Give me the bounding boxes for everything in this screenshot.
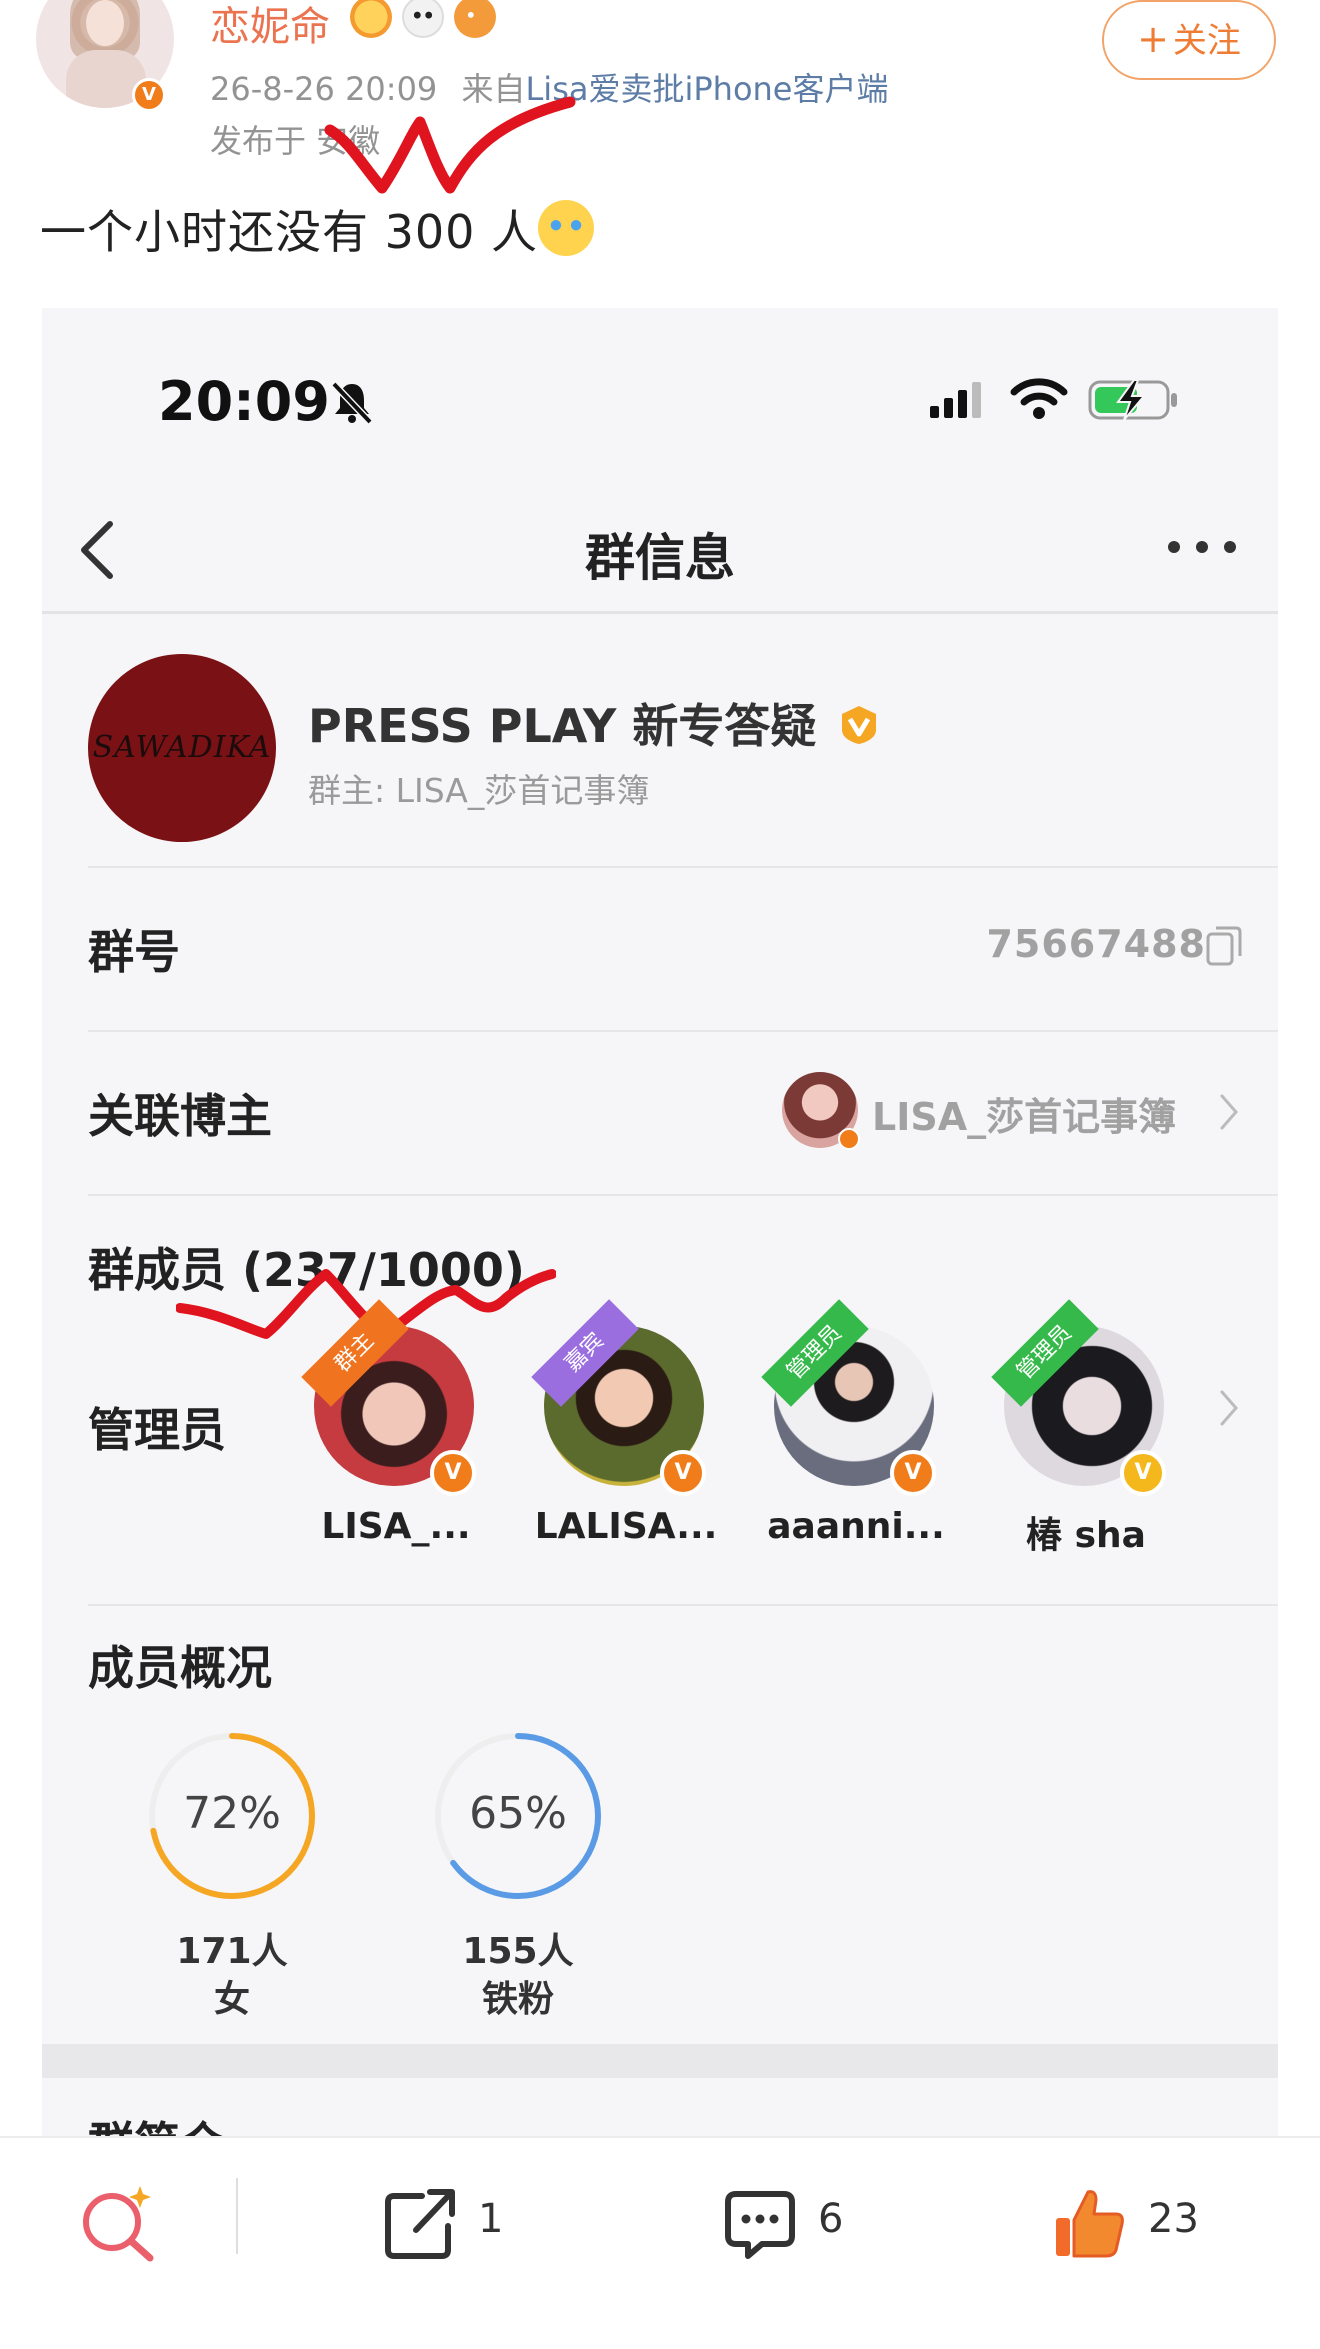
section-separator: [42, 2044, 1278, 2078]
crown-emoji-icon: [350, 0, 392, 38]
follow-label: 关注: [1172, 21, 1241, 61]
linked-blogger-row[interactable]: 关联博主 LISA_莎首记事簿: [42, 1032, 1278, 1192]
avatar-face: [86, 0, 124, 46]
linked-blogger-label: 关联博主: [88, 1089, 272, 1143]
gauge-count: 171人: [176, 1931, 288, 1972]
group-name: PRESS PLAY 新专答疑: [308, 690, 880, 756]
share-count: 1: [478, 2196, 504, 2242]
admin-member[interactable]: 群主 V LISA_...: [301, 1299, 476, 1556]
bell-muted-icon: [331, 381, 373, 425]
verified-shield-icon: [842, 706, 877, 744]
post-body: 一个小时还没有 300 人: [40, 205, 539, 259]
divider: [88, 1604, 1278, 1606]
more-options-icon[interactable]: [1162, 532, 1242, 562]
share-icon: [385, 2189, 455, 2259]
cellular-signal-icon: [930, 382, 981, 418]
gauge-female: 72% 171人 女: [132, 1726, 332, 2020]
sparkle-search-icon[interactable]: [78, 2182, 158, 2262]
post-text: 一个小时还没有 300 人: [40, 196, 595, 262]
chevron-right-icon: [1220, 1094, 1238, 1130]
divider: [88, 1194, 1278, 1196]
comment-count: 6: [818, 2196, 844, 2242]
verified-badge-icon: V: [890, 1450, 936, 1496]
panda-emoji-icon: [402, 0, 444, 38]
admin-member[interactable]: 管理员 V 椿 sha: [991, 1299, 1166, 1556]
wifi-icon: [1010, 378, 1068, 419]
admin-name: LISA_...: [321, 1506, 471, 1547]
group-header[interactable]: SAWADIKA PRESS PLAY 新专答疑 群主: LISA_莎首记事簿: [42, 616, 1278, 876]
gauge-label: 铁粉: [481, 1979, 554, 2020]
like-count: 23: [1148, 2196, 1199, 2242]
comment-icon: [725, 2191, 795, 2259]
group-number-row[interactable]: 群号 75667488: [42, 868, 1278, 1028]
admin-name: LALISA...: [534, 1506, 718, 1547]
copy-icon[interactable]: [1204, 924, 1244, 968]
blogger-avatar: [782, 1072, 860, 1150]
admin-member[interactable]: 嘉宾 V LALISA...: [531, 1299, 717, 1556]
battery-charging-icon: [1088, 379, 1177, 421]
overview-title: 成员概况: [88, 1641, 272, 1695]
gauge-fans: 65% 155人 铁粉: [418, 1726, 618, 2020]
admin-member[interactable]: 管理员 V aaanni...: [761, 1299, 945, 1556]
verified-badge-icon: V: [430, 1450, 476, 1496]
red-scribble-icon: [324, 96, 576, 194]
group-avatar: SAWADIKA: [88, 654, 276, 842]
verified-badge-icon: V: [1120, 1450, 1166, 1496]
group-name-text: PRESS PLAY 新专答疑: [308, 699, 817, 753]
gauge-percent: 65%: [469, 1788, 567, 1839]
gauge-percent: 72%: [183, 1788, 281, 1839]
plus-icon: +: [1137, 17, 1169, 61]
pufferfish-emoji-icon: [454, 0, 496, 38]
gauge-label: 女: [213, 1979, 250, 2020]
gauge-count: 155人: [462, 1931, 574, 1972]
follow-button[interactable]: + 关注: [1102, 0, 1276, 80]
admins-label: 管理员: [88, 1403, 226, 1457]
admin-name: aaanni...: [767, 1506, 945, 1547]
verified-badge-icon: V: [660, 1450, 706, 1496]
admin-name: 椿 sha: [1026, 1515, 1146, 1556]
author-name[interactable]: 恋妮命: [210, 0, 330, 52]
bottom-toolbar: 1 6 23: [0, 2136, 1320, 2349]
status-bar: 20:09: [42, 308, 1278, 478]
verified-badge-icon: V: [132, 78, 166, 112]
chevron-right-icon[interactable]: [1218, 1388, 1240, 1428]
embedded-screenshot: 20:09 群信息 SAWADIKA PRESS PLAY 新专答疑 群主: L…: [42, 308, 1278, 2138]
thumbs-up-icon: [1056, 2190, 1124, 2258]
crying-emoji-icon: [538, 200, 595, 256]
mini-verified-icon: [838, 1128, 860, 1150]
toolbar-divider: [236, 2178, 238, 2254]
group-number-value: 75667488: [986, 922, 1206, 966]
post-header: V 恋妮命 26-8-26 20:09 来自Lisa爱卖批iPhone客户端 发…: [0, 0, 1320, 194]
nav-bar: 群信息: [42, 488, 1278, 614]
status-time: 20:09: [158, 370, 330, 433]
blogger-name: LISA_莎首记事簿: [872, 1095, 1177, 1139]
announcement-title: 群简介: [88, 2108, 226, 2138]
nav-title: 群信息: [585, 529, 735, 587]
group-number-label: 群号: [88, 925, 180, 979]
group-owner: 群主: LISA_莎首记事簿: [308, 771, 650, 810]
